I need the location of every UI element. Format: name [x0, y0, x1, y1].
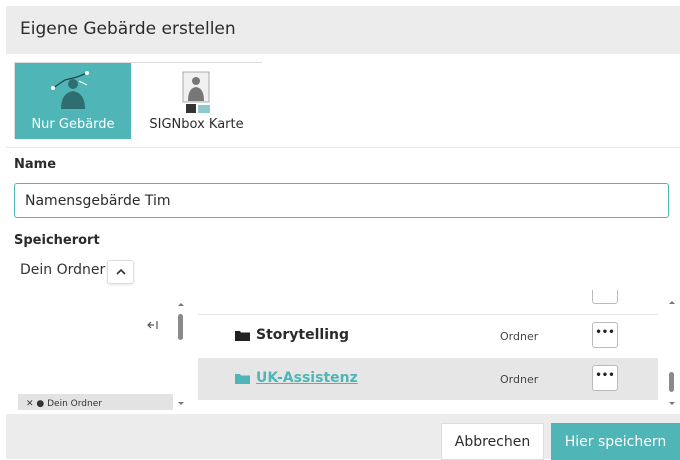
create-sign-dialog: Eigene Gebärde erstellen Nur Gebärde SIG…: [0, 0, 680, 460]
scroll-down-icon: [178, 402, 184, 405]
dialog-title: Eigene Gebärde erstellen: [20, 19, 236, 39]
sign-figure-icon: [51, 71, 89, 109]
chevron-down-icon: ✕ ●: [26, 399, 48, 409]
tree-node-label: Dein Ordner: [47, 399, 102, 409]
collapse-tree-button[interactable]: [107, 260, 134, 284]
tree-scrollbar[interactable]: [176, 300, 186, 408]
list-scroll-thumb[interactable]: [669, 372, 674, 392]
back-arrow-icon[interactable]: [147, 320, 159, 330]
name-input[interactable]: [14, 183, 669, 218]
folder-type: Ordner: [500, 330, 539, 343]
type-option-label: Nur Gebärde: [31, 117, 115, 132]
folder-list: Storytelling Ordner ••• UK-Assistenz Ord…: [198, 290, 668, 410]
list-row-storytelling[interactable]: Storytelling Ordner •••: [198, 314, 658, 356]
scroll-up-icon: [669, 301, 675, 304]
chevron-up-icon: [115, 268, 126, 275]
sign-type-switch: Nur Gebärde SIGNbox Karte: [14, 62, 262, 139]
save-here-button[interactable]: Hier speichern: [551, 423, 680, 460]
name-label: Name: [14, 157, 57, 172]
tree-node-root[interactable]: ✕ ● Dein Ordner: [18, 394, 173, 410]
section-divider: [6, 147, 680, 148]
more-options-button[interactable]: •••: [592, 322, 618, 348]
folder-icon: [235, 331, 250, 341]
dialog-header: Eigene Gebärde erstellen: [6, 6, 680, 54]
signbox-card-icon: [182, 71, 210, 113]
scroll-down-icon: [669, 402, 675, 405]
current-folder-label: Dein Ordner: [20, 262, 106, 278]
list-scrollbar[interactable]: [667, 298, 677, 408]
cancel-button[interactable]: Abbrechen: [441, 423, 544, 460]
type-option-sign-only[interactable]: Nur Gebärde: [15, 63, 131, 139]
folder-type: Ordner: [500, 373, 539, 386]
type-option-signbox-card[interactable]: SIGNbox Karte: [131, 63, 262, 139]
tree-scroll-thumb[interactable]: [178, 314, 183, 340]
list-row-uk-assistenz[interactable]: UK-Assistenz Ordner •••: [198, 358, 658, 400]
more-options-button[interactable]: •••: [592, 365, 618, 391]
type-option-label: SIGNbox Karte: [149, 117, 244, 132]
folder-name-link[interactable]: UK-Assistenz: [256, 370, 358, 386]
location-label: Speicherort: [14, 233, 100, 248]
folder-name: Storytelling: [256, 327, 349, 343]
scroll-up-icon: [178, 303, 184, 306]
more-options-button[interactable]: [592, 290, 618, 304]
folder-icon: [235, 374, 250, 384]
list-row-partial: [198, 290, 658, 310]
